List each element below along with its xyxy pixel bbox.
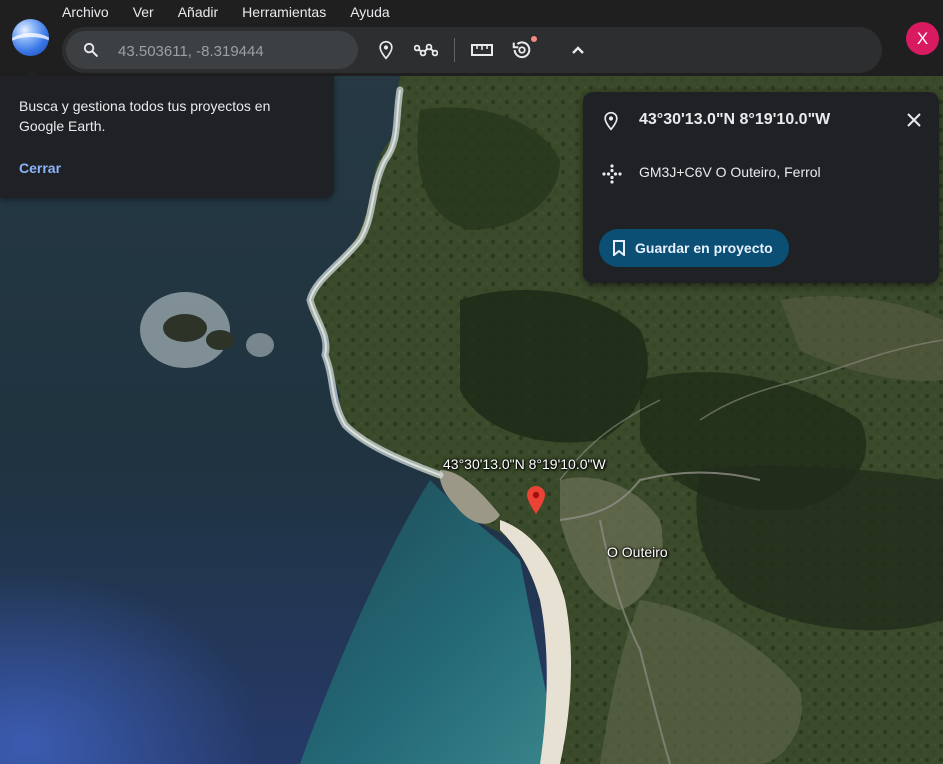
add-place-pin-icon[interactable] <box>374 38 398 62</box>
menu-ver[interactable]: Ver <box>121 0 166 24</box>
save-to-project-button[interactable]: Guardar en proyecto <box>599 229 789 267</box>
search-bar[interactable] <box>66 31 358 71</box>
user-avatar[interactable]: X <box>906 22 939 55</box>
tip-message: Busca y gestiona todos tus proyectos en … <box>19 98 271 134</box>
menu-ayuda[interactable]: Ayuda <box>338 0 401 24</box>
menu-bar: Archivo Ver Añadir Herramientas Ayuda <box>62 0 402 24</box>
menu-herramientas[interactable]: Herramientas <box>230 0 338 24</box>
tip-pointer <box>23 69 39 77</box>
menu-anadir[interactable]: Añadir <box>166 0 230 24</box>
bookmark-icon <box>613 240 625 256</box>
map-coordinate-label: 43°30'13.0"N 8°19'10.0"W <box>443 456 606 472</box>
menu-archivo[interactable]: Archivo <box>62 0 121 24</box>
location-pin-icon <box>601 110 621 137</box>
notification-dot <box>531 36 537 42</box>
google-earth-logo-icon[interactable] <box>12 19 49 56</box>
toolbar-divider <box>454 38 455 62</box>
plus-code-icon <box>601 163 623 190</box>
history-icon[interactable] <box>510 38 534 62</box>
chevron-up-icon[interactable] <box>566 38 590 62</box>
town-label: O Outeiro <box>607 544 668 560</box>
draw-path-icon[interactable] <box>414 38 438 62</box>
place-coordinates: 43°30'13.0"N 8°19'10.0"W <box>639 111 831 128</box>
search-input[interactable] <box>116 31 350 71</box>
search-icon[interactable] <box>82 41 99 63</box>
tip-close-link[interactable]: Cerrar <box>19 160 61 176</box>
ruler-icon[interactable] <box>470 38 494 62</box>
close-icon[interactable] <box>905 111 923 134</box>
save-button-label: Guardar en proyecto <box>635 240 773 256</box>
place-info-card: 43°30'13.0"N 8°19'10.0"W GM3J+C6V O Oute… <box>583 92 939 283</box>
plus-code-text: GM3J+C6V O Outeiro, Ferrol <box>639 164 821 180</box>
location-marker-icon[interactable] <box>527 486 545 519</box>
projects-tip-card: Busca y gestiona todos tus proyectos en … <box>0 76 334 198</box>
